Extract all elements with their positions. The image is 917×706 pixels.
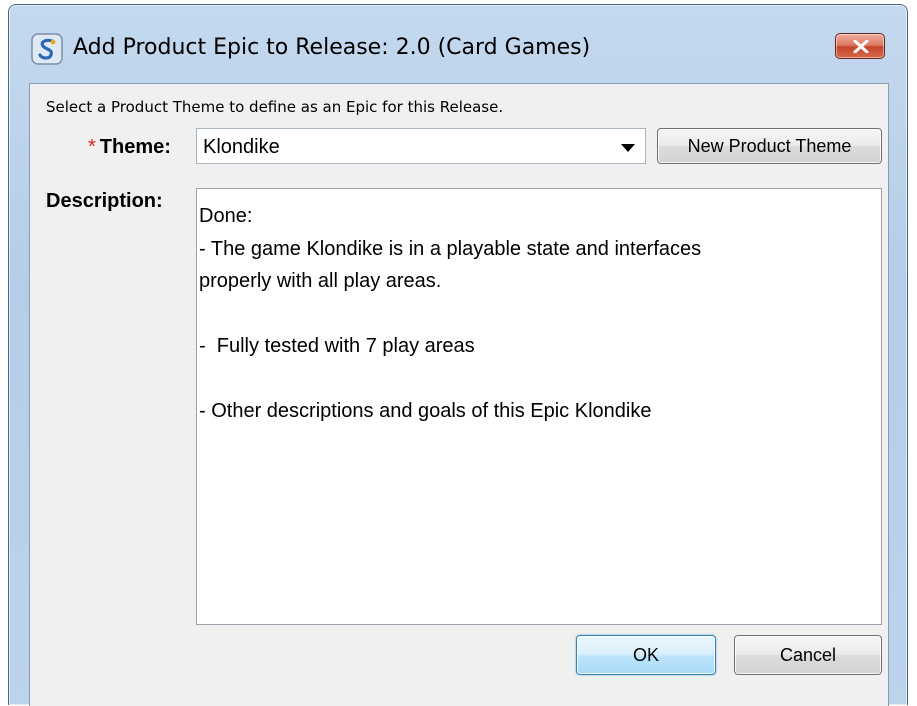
new-product-theme-button[interactable]: New Product Theme [657,128,882,164]
description-line: properly with all play areas. [199,270,442,292]
description-line: - Other descriptions and goals of this E… [199,400,652,422]
dialog-body: Select a Product Theme to define as an E… [29,83,889,706]
window-title: Add Product Epic to Release: 2.0 (Card G… [73,35,591,60]
description-line: Done: [199,205,253,227]
title-bar[interactable]: Add Product Epic to Release: 2.0 (Card G… [9,5,907,65]
close-button[interactable] [835,33,885,59]
description-line: - Fully tested with 7 play areas [199,335,475,357]
theme-dropdown[interactable]: Klondike [196,128,646,164]
theme-label-text: Theme: [99,136,171,158]
chevron-down-icon[interactable] [621,144,635,152]
instruction-text: Select a Product Theme to define as an E… [46,98,504,116]
product-app-icon [31,33,63,65]
description-textarea[interactable]: Done: - The game Klondike is in a playab… [196,188,882,625]
description-line: - The game Klondike is in a playable sta… [199,238,702,260]
close-icon [853,40,869,53]
theme-selected-value: Klondike [203,136,280,158]
cancel-button[interactable]: Cancel [734,635,882,675]
ok-button[interactable]: OK [576,635,716,675]
dialog-window: Add Product Epic to Release: 2.0 (Card G… [8,4,908,706]
theme-label: * Theme: [88,136,171,159]
required-marker: * [88,136,96,158]
description-label: Description: [46,190,163,212]
